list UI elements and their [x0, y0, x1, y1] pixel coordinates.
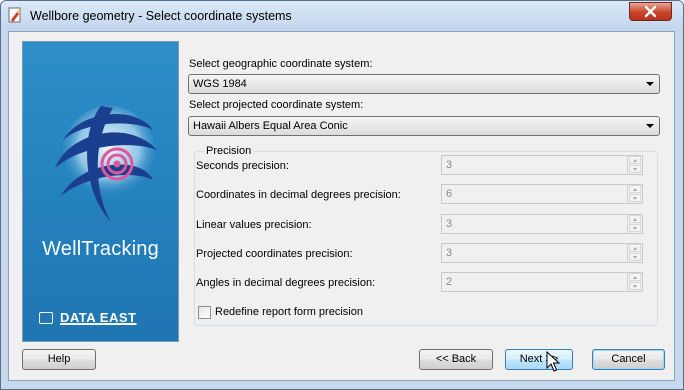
vendor-logo: DATA EAST: [33, 310, 173, 326]
title-bar: Wellbore geometry - Select coordinate sy…: [1, 1, 683, 31]
seconds-precision-stepper[interactable]: 3: [441, 155, 643, 175]
stepper-down-icon[interactable]: [629, 165, 641, 173]
back-button[interactable]: << Back: [419, 349, 493, 370]
projected-coordinates-precision-value: 3: [446, 247, 453, 259]
geographic-system-dropdown[interactable]: WGS 1984: [188, 74, 660, 94]
stepper-up-icon[interactable]: [629, 156, 641, 164]
stepper-up-icon[interactable]: [629, 185, 641, 193]
seconds-precision-value: 3: [446, 159, 453, 171]
seconds-precision-label: Seconds precision:: [196, 160, 289, 172]
stepper-buttons: [627, 244, 642, 262]
stepper-up-icon[interactable]: [629, 273, 641, 281]
dialog-window: Wellbore geometry - Select coordinate sy…: [0, 0, 684, 390]
brand-name: WellTracking: [42, 238, 159, 260]
stepper-up-icon[interactable]: [629, 244, 641, 252]
decimal-degrees-precision-label: Coordinates in decimal degrees precision…: [196, 189, 401, 201]
globe-target-icon: [55, 106, 157, 222]
product-banner: WellTracking DATA EAST: [22, 41, 179, 342]
vendor-mark-icon: [39, 312, 53, 324]
angles-precision-label: Angles in decimal degrees precision:: [196, 277, 376, 289]
document-pencil-icon: [8, 7, 21, 23]
stepper-down-icon[interactable]: [629, 194, 641, 202]
linear-values-precision-label: Linear values precision:: [196, 219, 312, 231]
precision-group-title: Precision: [204, 145, 254, 157]
geographic-system-label: Select geographic coordinate system:: [189, 58, 373, 70]
decimal-degrees-precision-stepper[interactable]: 6: [441, 184, 643, 204]
linear-values-precision-stepper[interactable]: 3: [441, 214, 643, 234]
close-button[interactable]: [629, 2, 672, 21]
chevron-down-icon: [646, 82, 654, 86]
close-x-icon: [644, 5, 657, 18]
projected-system-label: Select projected coordinate system:: [189, 99, 364, 111]
stepper-down-icon[interactable]: [629, 253, 641, 261]
angles-precision-value: 2: [446, 276, 453, 288]
stepper-down-icon[interactable]: [629, 282, 641, 290]
precision-group: [194, 151, 658, 326]
geographic-system-value: WGS 1984: [193, 78, 247, 90]
help-button[interactable]: Help: [22, 349, 96, 370]
linear-values-precision-value: 3: [446, 218, 453, 230]
stepper-down-icon[interactable]: [629, 224, 641, 232]
projected-coordinates-precision-stepper[interactable]: 3: [441, 243, 643, 263]
projected-coordinates-precision-label: Projected coordinates precision:: [196, 248, 353, 260]
stepper-buttons: [627, 156, 642, 174]
window-title: Wellbore geometry - Select coordinate sy…: [30, 9, 292, 23]
projected-system-dropdown[interactable]: Hawaii Albers Equal Area Conic: [188, 116, 660, 136]
stepper-buttons: [627, 215, 642, 233]
decimal-degrees-precision-value: 6: [446, 188, 453, 200]
cancel-button[interactable]: Cancel: [592, 349, 665, 370]
projected-system-value: Hawaii Albers Equal Area Conic: [193, 120, 348, 132]
next-button[interactable]: Next >>: [505, 349, 573, 370]
stepper-buttons: [627, 185, 642, 203]
angles-precision-stepper[interactable]: 2: [441, 272, 643, 292]
stepper-buttons: [627, 273, 642, 291]
redefine-report-precision-label[interactable]: Redefine report form precision: [215, 306, 363, 318]
vendor-name: DATA EAST: [60, 310, 137, 325]
dialog-client-area: WellTracking DATA EAST Select geographic…: [8, 31, 675, 381]
mouse-pointer-icon: [546, 351, 560, 372]
chevron-down-icon: [646, 124, 654, 128]
stepper-up-icon[interactable]: [629, 215, 641, 223]
redefine-report-precision-checkbox[interactable]: [198, 306, 211, 319]
